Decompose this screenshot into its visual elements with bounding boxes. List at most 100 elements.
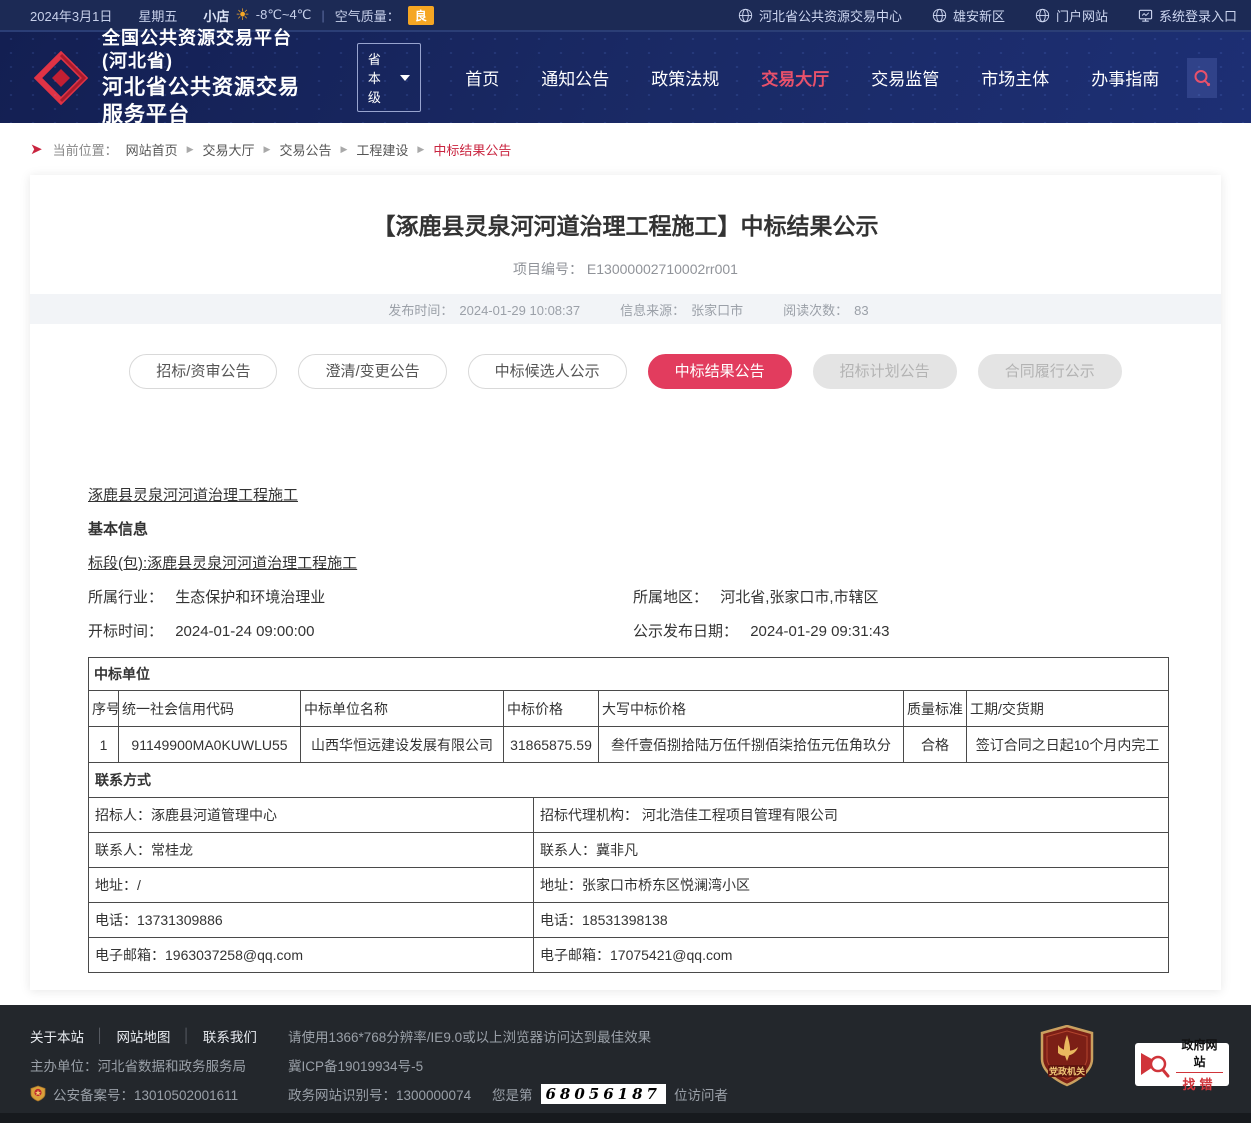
gov-site-id: 政务网站识别号：1300000074 [288, 1084, 492, 1104]
divider: │ [182, 1028, 190, 1043]
current-date: 2024年3月1日 [30, 6, 112, 25]
temperature: -8℃~4℃ [256, 7, 312, 23]
cell-price-words: 叁仟壹佰捌拾陆万伍仟捌佰柒拾伍元伍角玖分 [599, 727, 904, 763]
breadcrumb-separator-icon: ▶ [264, 144, 271, 155]
visitor-counter: 您是第 68056187 位访问者 [492, 1084, 728, 1104]
find-error-text: 政府网站 找错 [1176, 1036, 1223, 1093]
footer-bottom-strip [0, 1113, 1251, 1123]
cell-agency: 招标代理机构： 河北浩佳工程项目管理有限公司 [534, 798, 1169, 833]
breadcrumb-item-home[interactable]: 网站首页 [126, 140, 178, 159]
breadcrumb: ➤ 当前位置： 网站首页 ▶ 交易大厅 ▶ 交易公告 ▶ 工程建设 ▶ 中标结果… [0, 123, 1251, 175]
globe-icon [932, 8, 947, 23]
basic-info-heading: 基本信息 [88, 521, 1163, 538]
contact-section-title: 联系方式 [89, 763, 1169, 798]
nav-service-guide[interactable]: 办事指南 [1091, 65, 1159, 90]
industry-field: 所属行业： 生态保护和环境治理业 [88, 589, 633, 606]
table-row: 地址：/ 地址：张家口市桥东区悦澜湾小区 [89, 868, 1169, 903]
col-header-price-words: 大写中标价格 [599, 691, 904, 727]
monitor-icon [1138, 8, 1153, 23]
lot-name-link[interactable]: 标段(包):涿鹿县灵泉河河道治理工程施工 [88, 555, 357, 572]
cell-contact-left: 联系人：常桂龙 [89, 833, 534, 868]
footer-links: 关于本站 │ 网站地图 │ 联系我们 [30, 1026, 288, 1046]
globe-icon [738, 8, 753, 23]
site-footer: 关于本站 │ 网站地图 │ 联系我们 请使用1366*768分辨率/IE9.0或… [0, 1005, 1251, 1123]
col-header-seq: 序号 [89, 691, 119, 727]
party-government-badge[interactable]: 党政机关 [1040, 1025, 1094, 1087]
table-row: 招标人：涿鹿县河道管理中心 招标代理机构： 河北浩佳工程项目管理有限公司 [89, 798, 1169, 833]
tab-award-result-notice[interactable]: 中标结果公告 [648, 354, 792, 389]
site-title: 全国公共资源交易平台(河北省) 河北省公共资源交易服务平台 [102, 27, 315, 128]
chevron-down-icon [400, 75, 410, 81]
cell-tenderer: 招标人：涿鹿县河道管理中心 [89, 798, 534, 833]
air-quality-badge: 良 [408, 6, 434, 25]
view-count: 阅读次数：83 [777, 300, 868, 319]
tab-candidate-publicity[interactable]: 中标候选人公示 [468, 354, 627, 389]
breadcrumb-separator-icon: ▶ [340, 144, 347, 155]
article-meta-bar: 发布时间：2024-01-29 10:08:37 信息来源：张家口市 阅读次数：… [30, 294, 1221, 324]
tab-contract-performance: 合同履行公示 [978, 354, 1122, 389]
bid-open-time-field: 开标时间： 2024-01-24 09:00:00 [88, 623, 633, 640]
cell-address-left: 地址：/ [89, 868, 534, 903]
site-title-line2: 河北省公共资源交易服务平台 [102, 74, 315, 129]
footer-link-about[interactable]: 关于本站 [30, 1026, 84, 1046]
award-table: 中标单位 序号 统一社会信用代码 中标单位名称 中标价格 大写中标价格 质量标准… [88, 657, 1169, 763]
dates-row: 开标时间： 2024-01-24 09:00:00 公示发布日期： 2024-0… [88, 623, 1163, 640]
site-header: 全国公共资源交易平台(河北省) 河北省公共资源交易服务平台 省本级 首页 通知公… [0, 32, 1251, 123]
breadcrumb-item-current: 中标结果公告 [433, 140, 511, 159]
link-portal[interactable]: 门户网站 [1035, 6, 1108, 25]
tab-bid-review-notice[interactable]: 招标/资审公告 [129, 354, 277, 389]
search-button[interactable] [1187, 58, 1217, 98]
publish-time: 发布时间：2024-01-29 10:08:37 [382, 300, 580, 319]
sun-weather-icon: ☀ [235, 5, 249, 25]
search-icon [1192, 68, 1212, 88]
project-name-link[interactable]: 涿鹿县灵泉河河道治理工程施工 [88, 487, 298, 504]
region-field: 所属地区： 河北省,张家口市,市辖区 [633, 589, 879, 606]
table-row: 电话：13731309886 电话：18531398138 [89, 903, 1169, 938]
tab-clarification-notice[interactable]: 澄清/变更公告 [298, 354, 446, 389]
air-quality-label: 空气质量： [335, 6, 400, 25]
footer-link-contact[interactable]: 联系我们 [203, 1026, 257, 1046]
cell-phone-right: 电话：18531398138 [534, 903, 1169, 938]
col-header-winner-name: 中标单位名称 [301, 691, 504, 727]
main-navigation: 首页 通知公告 政策法规 交易大厅 交易监管 市场主体 办事指南 [465, 65, 1159, 90]
breadcrumb-label: 当前位置： [53, 140, 118, 159]
region-selector-dropdown[interactable]: 省本级 [357, 43, 421, 112]
announcement-tabs: 招标/资审公告 澄清/变更公告 中标候选人公示 中标结果公告 招标计划公告 合同… [30, 354, 1221, 389]
col-header-duration: 工期/交货期 [967, 691, 1169, 727]
nav-trading-hall[interactable]: 交易大厅 [761, 65, 829, 90]
breadcrumb-item-trading-hall[interactable]: 交易大厅 [203, 140, 255, 159]
footer-link-sitemap[interactable]: 网站地图 [116, 1026, 170, 1046]
col-header-quality: 质量标准 [904, 691, 967, 727]
svg-text:党政机关: 党政机关 [1049, 1066, 1085, 1077]
industry-region-row: 所属行业： 生态保护和环境治理业 所属地区： 河北省,张家口市,市辖区 [88, 589, 1163, 606]
nav-market-entities[interactable]: 市场主体 [981, 65, 1049, 90]
nav-home[interactable]: 首页 [465, 65, 499, 90]
announce-date-field: 公示发布日期： 2024-01-29 09:31:43 [633, 623, 889, 640]
cell-email-left: 电子邮箱：1963037258@qq.com [89, 938, 534, 973]
link-trade-center[interactable]: 河北省公共资源交易中心 [738, 6, 902, 25]
organizer: 主办单位：河北省数据和政务服务局 [30, 1055, 288, 1075]
browser-notice: 请使用1366*768分辨率/IE9.0或以上浏览器访问达到最佳效果 [288, 1026, 651, 1046]
cell-email-right: 电子邮箱：17075421@qq.com [534, 938, 1169, 973]
globe-icon [1035, 8, 1050, 23]
table-row: 1 91149900MA0KUWLU55 山西华恒远建设发展有限公司 31865… [89, 727, 1169, 763]
police-record: 公安备案号：13010502001611 [30, 1084, 288, 1104]
col-header-credit-code: 统一社会信用代码 [119, 691, 301, 727]
breadcrumb-item-engineering[interactable]: 工程建设 [356, 140, 408, 159]
link-system-login[interactable]: 系统登录入口 [1138, 6, 1237, 25]
cell-duration: 签订合同之日起10个月内完工 [967, 727, 1169, 763]
breadcrumb-separator-icon: ▶ [187, 144, 194, 155]
nav-policies[interactable]: 政策法规 [651, 65, 719, 90]
page-title: 【涿鹿县灵泉河河道治理工程施工】中标结果公示 [30, 175, 1221, 241]
link-xiongan[interactable]: 雄安新区 [932, 6, 1005, 25]
nav-supervision[interactable]: 交易监管 [871, 65, 939, 90]
breadcrumb-item-trade-notices[interactable]: 交易公告 [279, 140, 331, 159]
article-body: 涿鹿县灵泉河河道治理工程施工 基本信息 标段(包):涿鹿县灵泉河河道治理工程施工… [88, 487, 1163, 973]
cell-contact-right: 联系人：冀非凡 [534, 833, 1169, 868]
visitor-count-value: 68056187 [541, 1084, 667, 1104]
cell-price: 31865875.59 [504, 727, 599, 763]
nav-notices[interactable]: 通知公告 [541, 65, 609, 90]
weekday: 星期五 [138, 6, 177, 25]
cell-phone-left: 电话：13731309886 [89, 903, 534, 938]
gov-site-error-report-badge[interactable]: 政府网站 找错 [1135, 1043, 1229, 1086]
